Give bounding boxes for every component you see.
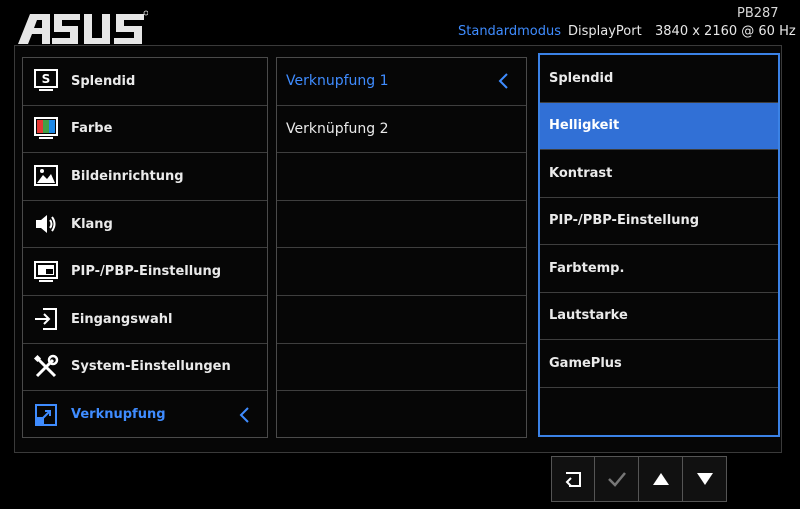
main-menu-label: Bildeinrichtung (71, 168, 184, 184)
down-button[interactable] (683, 456, 727, 502)
main-menu: S Splendid Farbe Bildeinrichtung Klang P… (22, 57, 268, 438)
options-menu: Splendid Helligkeit Kontrast PIP-/PBP-Ei… (538, 53, 780, 437)
option-label: Farbtemp. (549, 260, 625, 276)
sub-menu-empty-row (277, 296, 526, 344)
option-label: Kontrast (549, 165, 613, 181)
sub-menu-empty-row (277, 201, 526, 249)
main-menu-item-system-einstellungen[interactable]: System-Einstellungen (23, 344, 267, 392)
confirm-button[interactable] (595, 456, 639, 502)
svg-text:S: S (42, 72, 51, 86)
shortcut-icon (35, 403, 57, 426)
speaker-icon (36, 215, 56, 234)
input-label: DisplayPort (568, 24, 642, 39)
image-icon (34, 165, 58, 187)
input-icon (35, 308, 57, 331)
back-button[interactable] (551, 456, 595, 502)
option-label: Splendid (549, 70, 614, 86)
option-kontrast[interactable]: Kontrast (540, 150, 778, 198)
mode-label: Standardmodus (458, 24, 562, 39)
option-label: PIP-/PBP-Einstellung (549, 213, 700, 229)
model-name: PB287 (737, 6, 779, 21)
main-menu-item-eingangswahl[interactable]: Eingangswahl (23, 296, 267, 344)
sub-menu: Verknupfung 1 Verknüpfung 2 (276, 57, 527, 438)
chevron-left-icon (498, 73, 508, 90)
splendid-icon: S (34, 69, 58, 92)
sub-menu-item-verknupfung-2[interactable]: Verknüpfung 2 (277, 106, 526, 154)
down-arrow-icon (696, 473, 713, 485)
main-menu-item-bildeinrichtung[interactable]: Bildeinrichtung (23, 153, 267, 201)
option-lautstarke[interactable]: Lautstarke (540, 293, 778, 340)
main-menu-label: Verknupfung (71, 407, 166, 423)
main-menu-item-klang[interactable]: Klang (23, 201, 267, 249)
sub-menu-empty-row (277, 344, 526, 392)
sub-menu-empty-row (277, 248, 526, 296)
tools-icon (33, 354, 59, 377)
main-menu-label: PIP-/PBP-Einstellung (71, 264, 222, 280)
option-gameplus[interactable]: GamePlus (540, 340, 778, 388)
main-menu-label: Eingangswahl (71, 311, 173, 327)
option-label: GamePlus (549, 355, 622, 371)
check-icon (607, 472, 626, 487)
pip-icon (34, 260, 58, 282)
option-farbtemp[interactable]: Farbtemp. (540, 245, 778, 293)
option-helligkeit[interactable]: Helligkeit (540, 102, 778, 150)
main-menu-item-verknupfung[interactable]: Verknupfung (23, 391, 267, 439)
back-icon (565, 472, 581, 487)
color-icon (34, 116, 58, 139)
resolution-label: 3840 x 2160 @ 60 Hz (655, 24, 796, 39)
main-menu-item-splendid[interactable]: S Splendid (23, 58, 267, 106)
main-menu-item-farbe[interactable]: Farbe (23, 106, 267, 154)
main-menu-label: Farbe (71, 121, 113, 137)
sub-menu-label: Verknüpfung 2 (286, 120, 389, 137)
main-menu-label: Klang (71, 216, 113, 232)
up-arrow-icon (652, 473, 669, 485)
sub-menu-label: Verknupfung 1 (286, 73, 389, 90)
up-button[interactable] (639, 456, 683, 502)
main-menu-label: System-Einstellungen (71, 359, 231, 375)
main-menu-item-pip-pbp[interactable]: PIP-/PBP-Einstellung (23, 248, 267, 296)
main-menu-label: Splendid (71, 73, 136, 89)
sub-menu-item-verknupfung-1[interactable]: Verknupfung 1 (277, 58, 526, 106)
option-label: Helligkeit (549, 118, 620, 134)
sub-menu-empty-row (277, 391, 526, 439)
chevron-left-icon (239, 407, 249, 423)
option-label: Lautstarke (549, 308, 628, 324)
sub-menu-empty-row (277, 153, 526, 201)
option-splendid[interactable]: Splendid (540, 55, 778, 103)
option-pip-pbp[interactable]: PIP-/PBP-Einstellung (540, 198, 778, 245)
option-empty-row (540, 388, 778, 436)
key-hint-bar (551, 456, 727, 502)
asus-logo (18, 10, 148, 44)
